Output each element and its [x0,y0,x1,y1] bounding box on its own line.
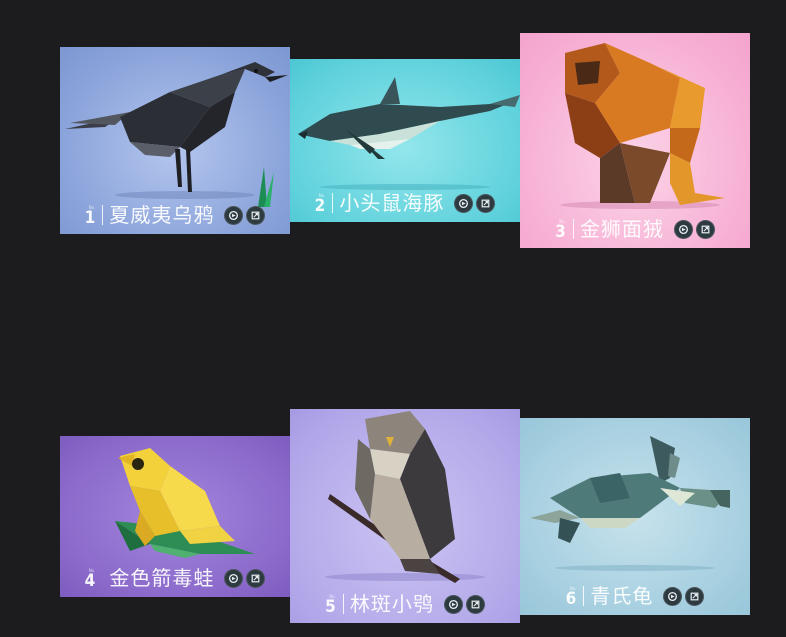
separator [102,205,104,225]
share-icon [251,574,260,582]
number-tag: No. [569,585,577,591]
card-number: 4 [84,570,96,591]
number-tag: No. [559,218,566,224]
card-actions [671,219,715,239]
play-button[interactable] [663,586,683,606]
animal-name: 林斑小鸮 [349,592,434,616]
animal-card-3[interactable]: No. 3 金狮面狨 [520,33,750,248]
card-number-block: No. 2 [314,192,326,216]
separator [342,594,344,614]
share-icon [690,592,699,600]
owlet-illustration [325,411,485,583]
animal-card-2[interactable]: No. 2 小头鼠海豚 [290,59,520,222]
play-button[interactable] [224,568,244,588]
animal-card-4[interactable]: No. 4 金色箭毒蛙 [60,436,290,597]
animal-card-5[interactable]: No. 5 林斑小鸮 [290,409,520,623]
share-button[interactable] [685,586,705,606]
card-caption: No. 1 夏威夷乌鸦 [60,204,290,226]
share-button[interactable] [476,193,496,213]
card-number: 5 [325,596,336,617]
play-icon [448,599,458,609]
card-actions [221,568,266,588]
share-icon [701,225,710,233]
card-number-block: No. 3 [555,218,566,242]
play-icon [229,210,239,220]
card-number: 6 [565,588,577,609]
animal-card-6[interactable]: No. 6 青氏龟 [520,418,750,615]
animal-name: 小头鼠海豚 [339,191,445,215]
number-tag: No. [88,567,96,573]
card-caption: No. 2 小头鼠海豚 [290,192,520,214]
card-number-block: No. 4 [84,567,96,591]
play-button[interactable] [224,205,244,225]
play-icon [678,224,688,234]
number-tag: No. [88,204,96,210]
card-actions [441,594,485,614]
play-icon [668,591,678,601]
share-icon [471,600,480,608]
animal-name: 金狮面狨 [579,217,664,241]
share-button[interactable] [465,594,485,614]
card-caption: No. 3 金狮面狨 [520,218,750,240]
share-icon [481,199,490,207]
card-caption: No. 6 青氏龟 [520,585,750,607]
number-tag: No. [329,593,336,599]
card-number-block: No. 1 [84,204,96,228]
tamarin-illustration [560,43,725,209]
card-actions [660,586,705,606]
share-button[interactable] [246,205,266,225]
animal-card-1[interactable]: No. 1 夏威夷乌鸦 [60,47,290,234]
play-button[interactable] [443,594,463,614]
card-caption: No. 4 金色箭毒蛙 [60,567,290,589]
card-number: 3 [555,221,566,242]
separator [583,586,585,606]
share-button[interactable] [695,219,715,239]
share-icon [251,211,260,219]
play-icon [459,198,469,208]
separator [332,193,334,213]
card-number: 2 [314,195,326,216]
card-number: 1 [84,207,96,228]
play-button[interactable] [673,219,693,239]
separator [572,219,574,239]
play-button[interactable] [454,193,474,213]
number-tag: No. [318,192,326,198]
animal-name: 金色箭毒蛙 [109,566,215,590]
card-caption: No. 5 林斑小鸮 [290,593,520,615]
animal-name: 夏威夷乌鸦 [109,203,215,227]
animal-name: 青氏龟 [590,584,654,608]
card-number-block: No. 5 [325,593,336,617]
card-actions [221,205,266,225]
play-icon [229,573,239,583]
card-actions [451,193,496,213]
share-button[interactable] [246,568,266,588]
card-number-block: No. 6 [565,585,577,609]
